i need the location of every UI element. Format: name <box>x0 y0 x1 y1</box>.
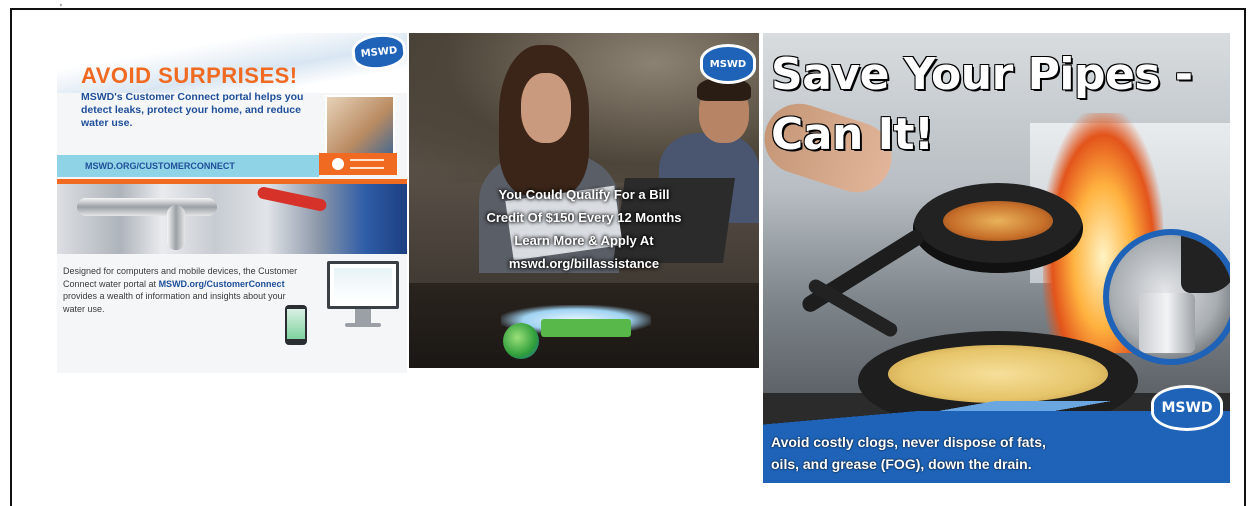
description-text: provides a wealth of information and ins… <box>63 291 286 314</box>
pipe-image <box>167 205 185 250</box>
pan-food <box>943 201 1053 241</box>
mswd-logo: MSWD <box>1154 388 1220 428</box>
pipe-image <box>77 198 217 216</box>
woman-face <box>521 73 571 143</box>
ad-caption: Avoid costly clogs, never dispose of fat… <box>771 431 1131 475</box>
phone-screen <box>287 309 305 339</box>
bill-assistance-ad: MSWD You Could Qualify For a Bill Credit… <box>409 33 759 368</box>
overlay-line-1: You Could Qualify For a Bill <box>498 187 670 202</box>
monitor-stand <box>355 309 371 323</box>
overlay-line-3: Learn More & Apply At <box>514 233 654 248</box>
overlay-line-4: mswd.org/billassistance <box>508 256 660 271</box>
customer-connect-ad: MSWD AVOID SURPRISES! MSWD's Customer Co… <box>57 33 407 373</box>
overlay-line-2: Credit Of $150 Every 12 Months <box>486 210 682 225</box>
title-line-1: Save Your Pipes - <box>771 49 1193 100</box>
ad-description: Designed for computers and mobile device… <box>63 265 303 315</box>
description-link: MSWD.org/CustomerConnect <box>158 278 285 289</box>
can-icon <box>1139 293 1195 353</box>
ad-title: Save Your Pipes - Can It! <box>771 45 1211 165</box>
plumbing-photo <box>57 184 407 254</box>
portal-badge <box>319 153 397 175</box>
mswd-logo: MSWD <box>703 47 753 81</box>
pan-food <box>888 345 1108 403</box>
grease-can-inset <box>1103 229 1230 365</box>
pour-spout <box>1181 235 1230 293</box>
monitor-screen <box>334 268 392 302</box>
title-line-2: Can It! <box>771 109 934 160</box>
family-photo <box>325 95 395 155</box>
text-lines-icon <box>350 159 384 169</box>
assistance-program-logo <box>503 323 539 359</box>
phone-icon <box>285 305 307 345</box>
ad-body-text: MSWD's Customer Connect portal helps you… <box>81 91 304 129</box>
monitor-icon <box>327 261 399 309</box>
monitor-base <box>345 323 381 327</box>
leaf-icon <box>332 158 344 170</box>
pan-handle <box>799 227 927 315</box>
portal-url: MSWD.ORG/CUSTOMERCONNECT <box>57 155 319 177</box>
ad-overlay-text: You Could Qualify For a Bill Credit Of $… <box>409 183 759 275</box>
ad-headline: AVOID SURPRISES! <box>81 63 298 88</box>
caption-line-2: oils, and grease (FOG), down the drain. <box>771 456 1032 472</box>
fog-awareness-ad: Save Your Pipes - Can It! MSWD Avoid cos… <box>763 33 1230 483</box>
caption-line-1: Avoid costly clogs, never dispose of fat… <box>771 434 1046 450</box>
assistance-program-wordmark <box>541 319 631 337</box>
frying-pan <box>913 183 1083 273</box>
